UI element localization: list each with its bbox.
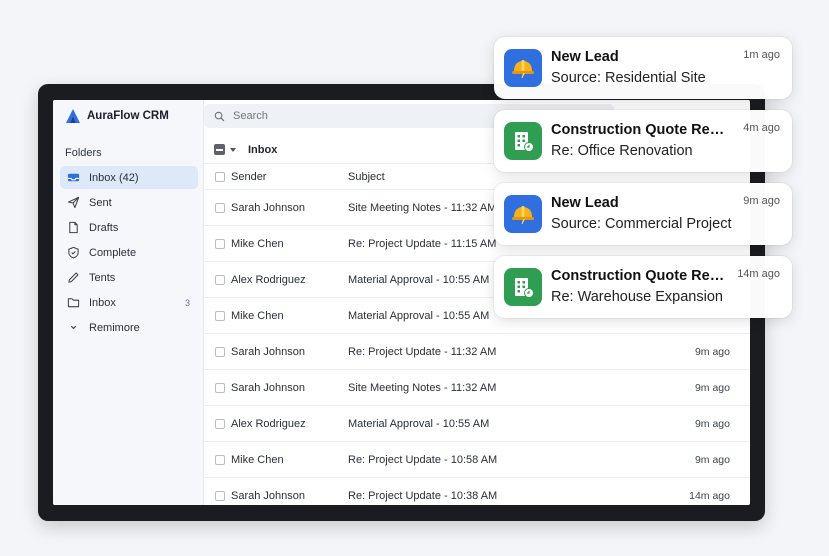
- email-row[interactable]: Mike Chen Re: Project Update - 10:58 AM 9m…: [204, 442, 750, 478]
- column-subject[interactable]: Subject: [348, 171, 385, 183]
- sidebar-item-label: Inbox (42): [89, 171, 139, 184]
- notification-toast[interactable]: Construction Quote Request Re: Office Re…: [494, 110, 792, 172]
- email-subject: Re: Project Update - 10:58 AM: [348, 453, 498, 466]
- row-checkbox[interactable]: [215, 202, 225, 213]
- email-sender: Alex Rodriguez: [231, 273, 306, 286]
- notification-title: New Lead: [551, 195, 619, 211]
- folder-icon: [67, 298, 80, 308]
- email-subject: Re: Project Update - 11:15 AM: [348, 237, 497, 250]
- email-sender: Sarah Johnson: [231, 489, 305, 502]
- email-sender: Sarah Johnson: [231, 381, 305, 394]
- notification-time: 4m ago: [743, 122, 780, 134]
- notification-title: New Lead: [551, 49, 619, 65]
- email-row[interactable]: Sarah Johnson Re: Project Update - 11:32 …: [204, 334, 750, 370]
- building-icon: [515, 278, 534, 298]
- email-sender: Mike Chen: [231, 309, 284, 322]
- select-dropdown-icon[interactable]: [230, 147, 236, 152]
- email-sender: Mike Chen: [231, 453, 284, 466]
- sidebar-item-tents[interactable]: Tents: [60, 266, 198, 289]
- email-sender: Sarah Johnson: [231, 345, 305, 358]
- sidebar-item-inbox[interactable]: Inbox (42): [60, 166, 198, 189]
- notification-toast[interactable]: New Lead Source: Commercial Project 9m a…: [494, 183, 792, 245]
- brand[interactable]: AuraFlow CRM: [65, 108, 169, 124]
- email-time: 9m ago: [694, 453, 730, 466]
- email-row[interactable]: Sarah Johnson Re: Project Update - 10:38 …: [204, 478, 750, 505]
- email-subject: Material Approval - 10:55 AM: [348, 309, 490, 322]
- toolbar-title: Inbox: [248, 143, 278, 156]
- notification-icon-tile: [504, 122, 542, 160]
- sidebar-item-label: Drafts: [89, 221, 119, 234]
- search-icon: [214, 111, 225, 121]
- notification-toast[interactable]: New Lead Source: Residential Site 1m ago: [494, 37, 792, 99]
- email-sender: Sarah Johnson: [231, 201, 305, 214]
- email-sender: Mike Chen: [231, 237, 284, 250]
- notification-time: 9m ago: [743, 195, 780, 207]
- email-row[interactable]: Sarah Johnson Site Meeting Notes - 11:32 …: [204, 370, 750, 406]
- hard-hat-icon: [512, 60, 534, 78]
- email-sender: Alex Rodriguez: [231, 417, 306, 430]
- sidebar-item-label: Inbox: [89, 296, 116, 309]
- send-icon: [67, 196, 80, 209]
- row-checkbox[interactable]: [215, 382, 225, 393]
- row-checkbox[interactable]: [215, 418, 225, 429]
- pencil-icon: [68, 272, 79, 283]
- email-subject: Re: Project Update - 11:32 AM: [348, 345, 497, 358]
- notification-subtitle: Source: Residential Site: [551, 70, 706, 86]
- chevron-down-icon: [70, 325, 77, 330]
- notification-subtitle: Re: Office Renovation: [551, 143, 693, 159]
- email-subject: Site Meeting Notes - 11:32 AM: [348, 381, 497, 394]
- sidebar-item-sent[interactable]: Sent: [60, 191, 198, 214]
- email-time: 9m ago: [694, 381, 730, 394]
- email-subject: Re: Project Update - 10:38 AM: [348, 489, 498, 502]
- sidebar-item-drafts[interactable]: Drafts: [60, 216, 198, 239]
- notification-time: 1m ago: [743, 49, 780, 61]
- sidebar-item-complete[interactable]: Complete: [60, 241, 198, 264]
- shield-icon: [68, 246, 79, 259]
- notification-title: Construction Quote Request: [551, 268, 731, 284]
- row-checkbox[interactable]: [215, 454, 225, 465]
- notification-icon-tile: [504, 49, 542, 87]
- inbox-icon: [67, 173, 80, 182]
- header-checkbox[interactable]: [215, 171, 225, 182]
- row-checkbox[interactable]: [215, 238, 225, 249]
- folders-heading: Folders: [65, 147, 102, 159]
- building-icon: [515, 132, 534, 152]
- email-subject: Material Approval - 10:55 AM: [348, 417, 490, 430]
- email-time: 9m ago: [694, 417, 730, 430]
- email-subject: Site Meeting Notes - 11:32 AM: [348, 201, 497, 214]
- sidebar-item-label: Sent: [89, 196, 112, 209]
- row-checkbox[interactable]: [215, 346, 225, 357]
- column-sender[interactable]: Sender: [231, 171, 266, 183]
- draft-icon: [69, 221, 78, 234]
- sidebar-item-inbox-folder[interactable]: Inbox 3: [60, 291, 198, 314]
- search-input[interactable]: [233, 110, 533, 122]
- email-subject: Material Approval - 10:55 AM: [348, 273, 490, 286]
- sidebar-item-label: Remimore: [89, 321, 140, 334]
- email-time: 9m ago: [694, 345, 730, 358]
- email-time: 14m ago: [689, 489, 730, 502]
- hard-hat-icon: [512, 206, 534, 224]
- notification-time: 14m ago: [737, 268, 780, 280]
- notification-subtitle: Re: Warehouse Expansion: [551, 289, 723, 305]
- notification-icon-tile: [504, 268, 542, 306]
- row-checkbox[interactable]: [215, 310, 225, 321]
- notification-icon-tile: [504, 195, 542, 233]
- row-checkbox[interactable]: [215, 274, 225, 285]
- row-checkbox[interactable]: [215, 490, 225, 501]
- select-all-checkbox[interactable]: [214, 144, 225, 155]
- email-row[interactable]: Alex Rodriguez Material Approval - 10:55 …: [204, 406, 750, 442]
- sidebar: AuraFlow CRM Folders Inbox (42) Sent Dra…: [53, 100, 204, 505]
- sidebar-item-label: Tents: [89, 271, 116, 284]
- auraflow-logo-icon: [66, 109, 80, 123]
- folder-list: Inbox (42) Sent Drafts Complete Tents In…: [60, 166, 198, 341]
- folder-count-badge: 3: [184, 297, 190, 308]
- notification-title: Construction Quote Request: [551, 122, 731, 138]
- app-name: AuraFlow CRM: [87, 110, 169, 122]
- sidebar-item-more[interactable]: Remimore: [60, 316, 198, 339]
- notification-toast[interactable]: Construction Quote Request Re: Warehouse…: [494, 256, 792, 318]
- sidebar-item-label: Complete: [89, 246, 137, 259]
- notification-subtitle: Source: Commercial Project: [551, 216, 732, 232]
